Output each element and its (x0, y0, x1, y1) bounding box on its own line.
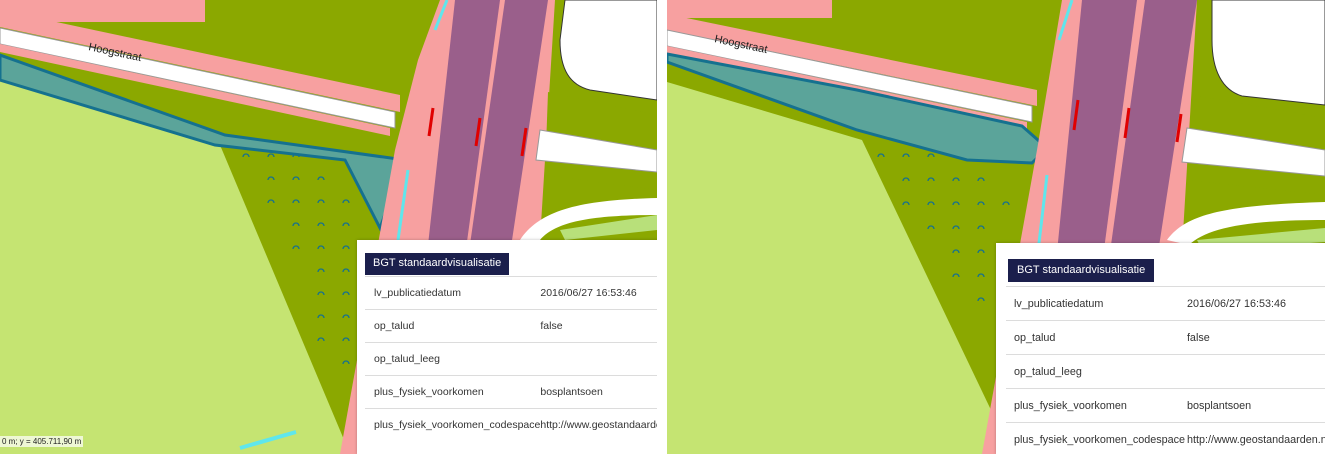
feature-attribute-table: lv_publicatiedatum 2016/06/27 16:53:46 o… (1006, 286, 1325, 454)
attribute-value: false (1186, 320, 1325, 355)
attribute-value (540, 342, 657, 376)
table-row: plus_fysiek_voorkomen bosplantsoen (1006, 388, 1325, 423)
table-row: lv_publicatiedatum 2016/06/27 16:53:46 (365, 276, 657, 310)
attribute-value: http://www.geostandaarden.nl (1186, 422, 1325, 454)
map-view-left[interactable]: Hoogstraat BGT standaardvisualisatie lv_… (0, 0, 657, 454)
attribute-value: 2016/06/27 16:53:46 (540, 276, 657, 310)
attribute-key: op_talud (1006, 320, 1187, 355)
coordinate-readout: 0 m; y = 405.711,90 m (0, 436, 84, 447)
panel-divider (657, 0, 667, 454)
feature-info-panel: BGT standaardvisualisatie lv_publicatied… (357, 240, 657, 454)
attribute-key: lv_publicatiedatum (1006, 286, 1187, 321)
tab-bgt-standaardvisualisatie[interactable]: BGT standaardvisualisatie (1008, 259, 1155, 282)
attribute-key: plus_fysiek_voorkomen_codespace (365, 408, 541, 441)
table-row: plus_fysiek_voorkomen_codespace http://w… (365, 408, 657, 441)
attribute-value: http://www.geostandaarden.nl (540, 408, 657, 441)
table-row: op_talud_leeg (365, 342, 657, 376)
attribute-key: op_talud_leeg (365, 342, 541, 376)
attribute-value: bosplantsoen (1186, 388, 1325, 423)
table-row: plus_fysiek_voorkomen bosplantsoen (365, 375, 657, 409)
table-row: op_talud_leeg (1006, 354, 1325, 389)
attribute-key: plus_fysiek_voorkomen (1006, 388, 1187, 423)
building-white (1211, 0, 1325, 106)
building-block (667, 0, 832, 18)
tab-bgt-standaardvisualisatie[interactable]: BGT standaardvisualisatie (365, 253, 510, 275)
attribute-value: 2016/06/27 16:53:46 (1186, 286, 1325, 321)
attribute-value: false (540, 309, 657, 343)
table-row: lv_publicatiedatum 2016/06/27 16:53:46 (1006, 286, 1325, 321)
feature-attribute-table: lv_publicatiedatum 2016/06/27 16:53:46 o… (365, 276, 657, 441)
attribute-value (1186, 354, 1325, 389)
table-row: plus_fysiek_voorkomen_codespace http://w… (1006, 422, 1325, 454)
attribute-key: plus_fysiek_voorkomen_codespace (1006, 422, 1187, 454)
attribute-key: lv_publicatiedatum (365, 276, 541, 310)
attribute-value: bosplantsoen (540, 375, 657, 409)
table-row: op_talud false (365, 309, 657, 343)
table-row: op_talud false (1006, 320, 1325, 355)
feature-info-panel: BGT standaardvisualisatie lv_publicatied… (996, 243, 1325, 454)
attribute-key: op_talud_leeg (1006, 354, 1187, 389)
attribute-key: op_talud (365, 309, 541, 343)
attribute-key: plus_fysiek_voorkomen (365, 375, 541, 409)
map-view-right[interactable]: Hoogstraat BGT standaardvisualisatie lv_ (667, 0, 1325, 454)
